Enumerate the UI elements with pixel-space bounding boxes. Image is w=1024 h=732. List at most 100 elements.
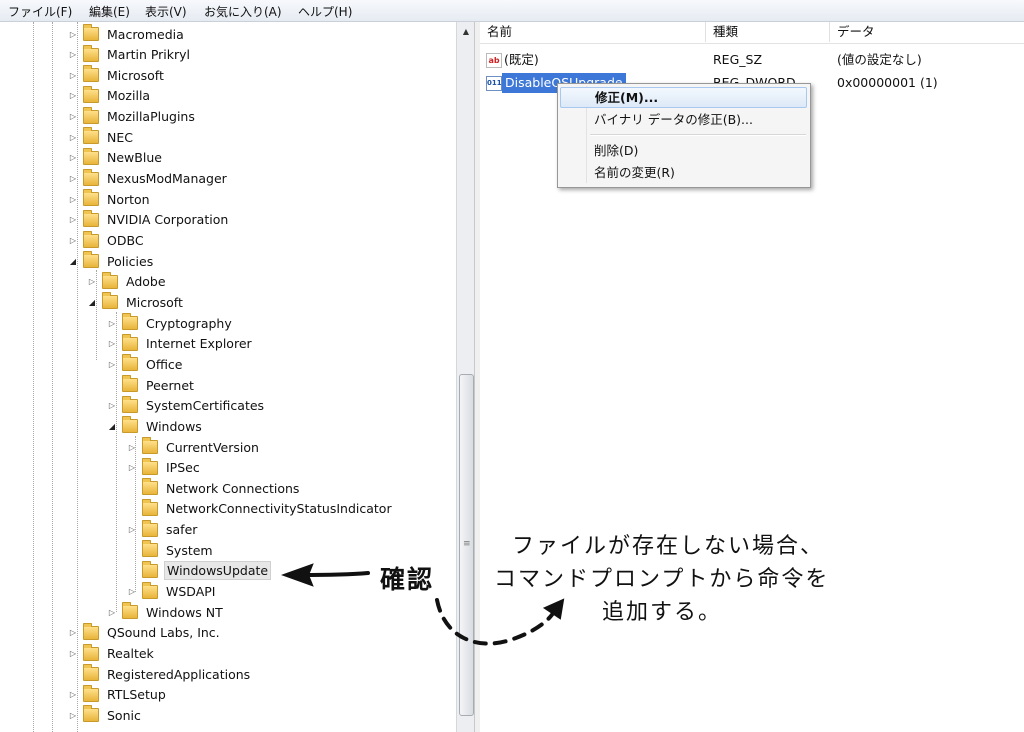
tree-node[interactable]: ▷ NexusModManager xyxy=(66,168,229,189)
annotation-confirm: 確認 xyxy=(380,565,435,594)
folder-icon xyxy=(122,313,138,331)
tree-scrollbar[interactable]: ▲ ≡ xyxy=(456,22,475,732)
tree-node[interactable]: ▷ Realtek xyxy=(66,643,156,664)
expand-arrow-icon[interactable]: ▷ xyxy=(105,313,119,333)
tree-node[interactable]: ▷ Office xyxy=(105,354,185,374)
expand-arrow-icon[interactable]: ▷ xyxy=(66,169,80,189)
folder-icon xyxy=(83,643,99,661)
expand-arrow-icon[interactable]: ▷ xyxy=(125,520,139,540)
expand-arrow-icon[interactable]: ▷ xyxy=(125,437,139,457)
expand-arrow-icon[interactable]: ▷ xyxy=(105,334,119,354)
value-row-default[interactable]: ab (既定) REG_SZ (値の設定なし) xyxy=(480,50,1024,70)
expand-arrow-icon[interactable]: ▷ xyxy=(105,354,119,374)
tree-node[interactable]: ▷ Microsoft xyxy=(66,65,166,85)
tree-node[interactable]: ▷ Adobe xyxy=(85,271,168,292)
expand-arrow-icon[interactable]: ▷ xyxy=(66,644,80,664)
menu-item-modify-binary[interactable]: バイナリ データの修正(B)... xyxy=(560,109,807,130)
collapse-arrow-icon[interactable]: ◢ xyxy=(105,416,119,436)
expand-arrow-icon[interactable]: ▷ xyxy=(66,210,80,230)
tree-node[interactable]: ▷ Internet Explorer xyxy=(105,333,254,354)
value-data: 0x00000001 (1) xyxy=(837,75,938,90)
expand-arrow-icon[interactable]: ▷ xyxy=(66,148,80,168)
expand-arrow-icon[interactable]: ▷ xyxy=(66,65,80,85)
tree-node-label: Peernet xyxy=(146,377,194,393)
tree-node[interactable]: ▷ RTLSetup xyxy=(66,684,168,705)
tree-node[interactable]: RegisteredApplications xyxy=(66,664,252,684)
tree-node[interactable]: ◢ Policies xyxy=(66,251,155,271)
expand-arrow-icon[interactable]: ▷ xyxy=(66,45,80,65)
tree-node[interactable]: ▷ NEC xyxy=(66,127,135,147)
menu-help[interactable]: ヘルプ(H) xyxy=(298,3,352,20)
registry-key-tree: ▷ Macromedia ▷ Martin Prikryl ▷ Microsoft ▷ Moz… xyxy=(0,22,456,732)
collapse-arrow-icon[interactable]: ◢ xyxy=(85,292,99,312)
expand-arrow-icon[interactable]: ▷ xyxy=(66,86,80,106)
tree-node[interactable]: ▷ safer xyxy=(125,519,199,540)
expand-arrow-icon[interactable]: ▷ xyxy=(66,685,80,705)
tree-node[interactable]: ▷ CurrentVersion xyxy=(125,437,261,457)
tree-node[interactable]: ▷ Martin Prikryl xyxy=(66,44,192,65)
tree-node[interactable]: Peernet xyxy=(105,375,196,395)
folder-icon xyxy=(142,540,158,558)
expand-arrow-icon[interactable]: ▷ xyxy=(125,458,139,478)
menu-file[interactable]: ファイル(F) xyxy=(8,3,72,20)
tree-node-label: Martin Prikryl xyxy=(107,47,191,63)
expand-arrow-icon[interactable]: ▷ xyxy=(66,705,80,725)
column-header-type[interactable]: 種類 xyxy=(706,22,830,42)
tree-node[interactable]: ▷ ODBC xyxy=(66,230,146,251)
binary-value-icon: 011 xyxy=(486,76,502,91)
tree-node[interactable]: WindowsUpdate xyxy=(125,560,272,581)
tree-node-label: Microsoft xyxy=(126,294,183,310)
scroll-thumb[interactable]: ≡ xyxy=(459,374,474,716)
folder-icon xyxy=(83,168,99,186)
expand-arrow-icon[interactable]: ▷ xyxy=(105,396,119,416)
expand-arrow-icon[interactable]: ▷ xyxy=(66,231,80,251)
expand-arrow-icon[interactable]: ▷ xyxy=(66,623,80,643)
tree-node-label: NetworkConnectivityStatusIndicator xyxy=(166,501,392,517)
menu-item-modify[interactable]: 修正(M)... xyxy=(560,87,807,108)
menu-item-rename[interactable]: 名前の変更(R) xyxy=(560,162,807,183)
expand-arrow-icon[interactable]: ▷ xyxy=(66,127,80,147)
tree-node-label: Office xyxy=(146,356,183,372)
collapse-arrow-icon[interactable]: ◢ xyxy=(66,251,80,271)
tree-node[interactable]: ▷ NVIDIA Corporation xyxy=(66,209,230,230)
tree-node[interactable]: ▷ QSound Labs, Inc. xyxy=(66,622,222,643)
expand-arrow-icon[interactable]: ▷ xyxy=(105,602,119,622)
tree-node[interactable]: ▷ SystemCertificates xyxy=(105,395,266,416)
tree-node[interactable]: System xyxy=(125,540,215,560)
tree-node[interactable]: ▷ Norton xyxy=(66,189,152,209)
expand-arrow-icon[interactable]: ▷ xyxy=(66,189,80,209)
menu-edit[interactable]: 編集(E) xyxy=(89,3,130,20)
tree-node[interactable]: ▷ WSDAPI xyxy=(125,581,217,602)
tree-node-label: System xyxy=(166,542,213,558)
scroll-up-arrow-icon[interactable]: ▲ xyxy=(457,22,475,40)
tree-node[interactable]: ▷ Mozilla xyxy=(66,85,152,106)
tree-node[interactable]: ▷ Sonic xyxy=(66,705,143,725)
menu-view[interactable]: 表示(V) xyxy=(145,3,187,20)
folder-icon xyxy=(102,292,118,310)
tree-node[interactable]: ▷ Macromedia xyxy=(66,24,186,44)
tree-node-label: MozillaPlugins xyxy=(107,109,195,125)
tree-node-label: safer xyxy=(166,522,198,538)
tree-guide-line xyxy=(33,22,34,732)
expand-arrow-icon[interactable]: ▷ xyxy=(85,272,99,292)
folder-icon xyxy=(122,416,138,434)
column-header-data[interactable]: データ xyxy=(830,22,1024,42)
tree-node[interactable]: ▷ Cryptography xyxy=(105,313,234,333)
column-header-name[interactable]: 名前 xyxy=(480,22,706,42)
tree-guide-line xyxy=(52,22,53,732)
menu-item-delete[interactable]: 削除(D) xyxy=(560,140,807,161)
tree-node[interactable]: NetworkConnectivityStatusIndicator xyxy=(125,498,394,519)
tree-node[interactable]: ◢ Microsoft xyxy=(85,292,185,312)
menu-favorites[interactable]: お気に入り(A) xyxy=(204,3,282,20)
expand-arrow-icon[interactable]: ▷ xyxy=(66,24,80,44)
tree-node[interactable]: ◢ Windows xyxy=(105,416,204,436)
tree-node[interactable]: ▷ MozillaPlugins xyxy=(66,106,197,127)
tree-node[interactable]: ▷ Windows NT xyxy=(105,602,225,622)
expand-arrow-icon[interactable]: ▷ xyxy=(66,107,80,127)
tree-node[interactable]: ▷ IPSec xyxy=(125,457,202,478)
tree-node[interactable]: ▷ NewBlue xyxy=(66,147,164,168)
tree-node[interactable]: Network Connections xyxy=(125,478,301,498)
expand-arrow-icon[interactable]: ▷ xyxy=(125,582,139,602)
